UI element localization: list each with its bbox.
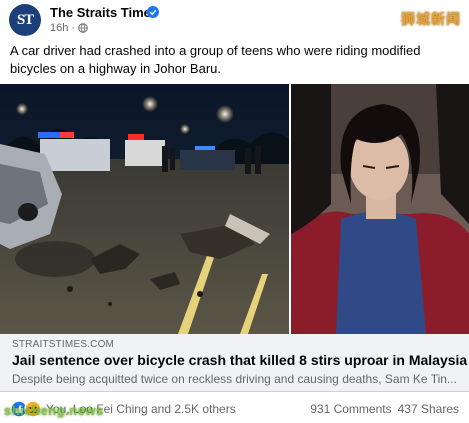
link-description: Despite being acquitted twice on reckles… xyxy=(12,372,457,386)
meta-separator: · xyxy=(71,22,76,34)
link-domain: STRAITSTIMES.COM xyxy=(12,339,115,350)
portrait-image xyxy=(291,84,469,334)
link-preview-card[interactable]: STRAITSTIMES.COM Jail sentence over bicy… xyxy=(0,334,469,392)
page-avatar[interactable]: ST xyxy=(9,4,41,36)
watermark-bottom: shicheng.news xyxy=(4,403,104,418)
post-caption: A car driver had crashed into a group of… xyxy=(10,43,421,76)
engagement-counts: 931 Comments 437 Shares xyxy=(310,402,459,416)
globe-icon xyxy=(78,23,88,33)
post-header: ST The Straits Times 16h · 狮城新闻 xyxy=(0,0,469,40)
verified-icon xyxy=(147,6,159,18)
post-timestamp[interactable]: 16h xyxy=(50,22,68,34)
page-name-link[interactable]: The Straits Times xyxy=(50,5,158,20)
crash-scene-image xyxy=(0,84,289,334)
link-title[interactable]: Jail sentence over bicycle crash that ki… xyxy=(12,352,467,368)
post-meta: 16h · xyxy=(50,22,88,34)
post-image[interactable] xyxy=(0,84,469,334)
comments-count[interactable]: 931 Comments xyxy=(310,402,391,416)
shares-count[interactable]: 437 Shares xyxy=(398,402,459,416)
watermark-top: 狮城新闻 xyxy=(401,11,461,27)
